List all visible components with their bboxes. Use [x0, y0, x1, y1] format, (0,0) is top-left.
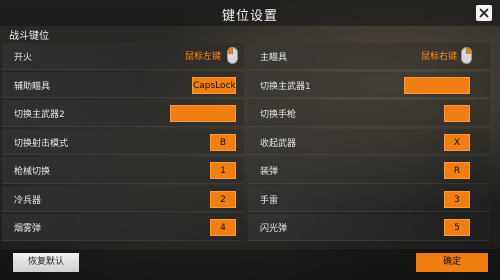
- keybind-row-reload: 装弹 R: [248, 157, 490, 184]
- keybind-row-flashbang: 闪光弹 5: [248, 214, 490, 241]
- keybind-label: 枪械切换: [14, 167, 51, 177]
- keybind-value[interactable]: [404, 76, 470, 94]
- keybind-value[interactable]: 3: [444, 190, 470, 208]
- keybind-row-melee: 冷兵器 2: [2, 185, 244, 212]
- keybind-label: 切换主武器1: [260, 81, 311, 92]
- keybind-row-primary-2: 切换主武器2: [2, 100, 244, 127]
- keybind-label: 辅助瞄具: [14, 81, 51, 92]
- keybind-label: 主瞄具: [260, 53, 288, 63]
- keybind-row-grenade: 手雷 3: [248, 185, 490, 212]
- keybind-value-mouse[interactable]: 鼠标左键: [185, 49, 221, 62]
- title-bar: 键位设置: [0, 0, 500, 26]
- keybind-value[interactable]: X: [444, 133, 470, 151]
- keybind-label: 收起武器: [260, 138, 297, 149]
- close-button[interactable]: [476, 5, 492, 21]
- keybind-label: 烟雾弹: [14, 224, 42, 234]
- keybind-value[interactable]: CapsLock: [192, 76, 236, 94]
- keybind-row-fire: 开火 鼠标左键: [2, 43, 244, 70]
- keybind-row-aux-scope: 辅助瞄具 CapsLock: [2, 71, 244, 98]
- keybind-row-holster: 收起武器 X: [248, 128, 490, 155]
- keybind-label: 闪光弹: [260, 224, 288, 234]
- keybind-value[interactable]: R: [444, 162, 470, 179]
- keybind-value-mouse[interactable]: 鼠标右键: [421, 49, 457, 62]
- keybind-label: 手雷: [260, 195, 279, 206]
- keybind-value[interactable]: 2: [210, 190, 236, 208]
- reset-defaults-button[interactable]: 恢复默认: [13, 253, 79, 272]
- keybind-row-pistol: 切换手枪: [248, 100, 490, 127]
- keybind-label: 开火: [14, 53, 33, 63]
- keybind-row-primary-1: 切换主武器1: [248, 71, 490, 98]
- keybind-row-weapon-switch: 枪械切换 1: [2, 157, 244, 184]
- keybind-value[interactable]: B: [210, 133, 236, 151]
- keybind-row-smoke: 烟雾弹 4: [2, 214, 244, 241]
- keybind-grid: 开火 鼠标左键 主瞄具 鼠标右键 辅助瞄具 CapsLock 切换主武器1 切换…: [0, 43, 492, 249]
- mouse-left-icon: [227, 47, 238, 64]
- footer-bar: 恢复默认 确定: [0, 249, 500, 280]
- keybind-label: 冷兵器: [14, 195, 42, 206]
- keybind-value[interactable]: 5: [444, 219, 470, 236]
- mouse-right-icon: [461, 47, 472, 64]
- window-title: 键位设置: [221, 9, 278, 24]
- keybind-value[interactable]: [170, 105, 236, 122]
- keybind-value[interactable]: [444, 105, 470, 122]
- keybind-row-fire-mode: 切换射击模式 B: [2, 128, 244, 155]
- keybind-row-main-scope: 主瞄具 鼠标右键: [248, 43, 490, 70]
- keybind-label: 装弹: [260, 167, 279, 177]
- keybind-label: 切换射击模式: [14, 138, 69, 149]
- keybind-label: 切换主武器2: [14, 110, 65, 120]
- section-title: 战斗键位: [9, 31, 49, 42]
- keybind-label: 切换手枪: [260, 110, 297, 120]
- confirm-button[interactable]: 确定: [416, 253, 488, 272]
- close-icon: [479, 8, 489, 18]
- keybind-value[interactable]: 1: [210, 162, 236, 179]
- keybind-value[interactable]: 4: [210, 219, 236, 236]
